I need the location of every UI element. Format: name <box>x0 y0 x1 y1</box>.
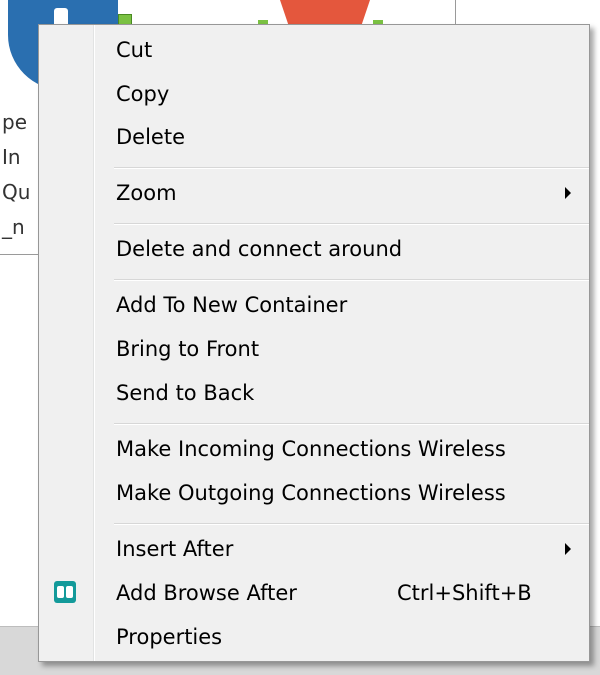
menu-item-label: Make Incoming Connections Wireless <box>116 437 506 461</box>
menu-item-shortcut: Ctrl+Shift+B <box>397 581 532 605</box>
menu-item-add-to-new-container[interactable]: Add To New Container <box>39 285 589 325</box>
menu-separator <box>114 167 589 169</box>
menu-separator <box>114 523 589 525</box>
menu-item-send-to-back[interactable]: Send to Back <box>39 373 589 413</box>
menu-item-label: Make Outgoing Connections Wireless <box>116 481 506 505</box>
menu-item-make-outgoing-wireless[interactable]: Make Outgoing Connections Wireless <box>39 473 589 513</box>
menu-item-label: Delete and connect around <box>116 237 403 261</box>
menu-item-zoom[interactable]: Zoom <box>39 173 589 213</box>
menu-item-properties[interactable]: Properties <box>39 617 589 657</box>
submenu-arrow-icon <box>565 543 571 555</box>
menu-separator <box>114 223 589 225</box>
panel-text-fragment: _n <box>2 215 25 239</box>
panel-text-fragment: pe <box>2 110 27 134</box>
menu-item-label: Bring to Front <box>116 337 260 361</box>
binoculars-icon <box>54 581 76 603</box>
menu-item-copy[interactable]: Copy <box>39 74 589 114</box>
menu-item-insert-after[interactable]: Insert After <box>39 529 589 569</box>
menu-item-add-browse-after[interactable]: Add Browse After Ctrl+Shift+B <box>39 573 589 613</box>
menu-separator <box>114 279 589 281</box>
menu-item-label: Properties <box>116 625 223 649</box>
menu-item-label: Add To New Container <box>116 293 348 317</box>
menu-item-label: Copy <box>116 82 170 106</box>
menu-item-bring-to-front[interactable]: Bring to Front <box>39 329 589 369</box>
menu-item-label: Insert After <box>116 537 234 561</box>
submenu-arrow-icon <box>565 187 571 199</box>
menu-item-label: Zoom <box>116 181 177 205</box>
menu-item-label: Delete <box>116 125 185 149</box>
menu-item-cut[interactable]: Cut <box>39 30 589 70</box>
menu-item-make-incoming-wireless[interactable]: Make Incoming Connections Wireless <box>39 429 589 469</box>
menu-item-label: Add Browse After <box>116 581 297 605</box>
menu-item-label: Cut <box>116 38 153 62</box>
menu-separator <box>114 423 589 425</box>
panel-text-fragment: In <box>2 145 21 169</box>
menu-item-label: Send to Back <box>116 381 255 405</box>
context-menu: Cut Copy Delete Zoom Delete and connect … <box>38 24 590 662</box>
menu-item-delete-and-connect-around[interactable]: Delete and connect around <box>39 229 589 269</box>
menu-item-delete[interactable]: Delete <box>39 117 589 157</box>
panel-text-fragment: Qu <box>2 180 31 204</box>
